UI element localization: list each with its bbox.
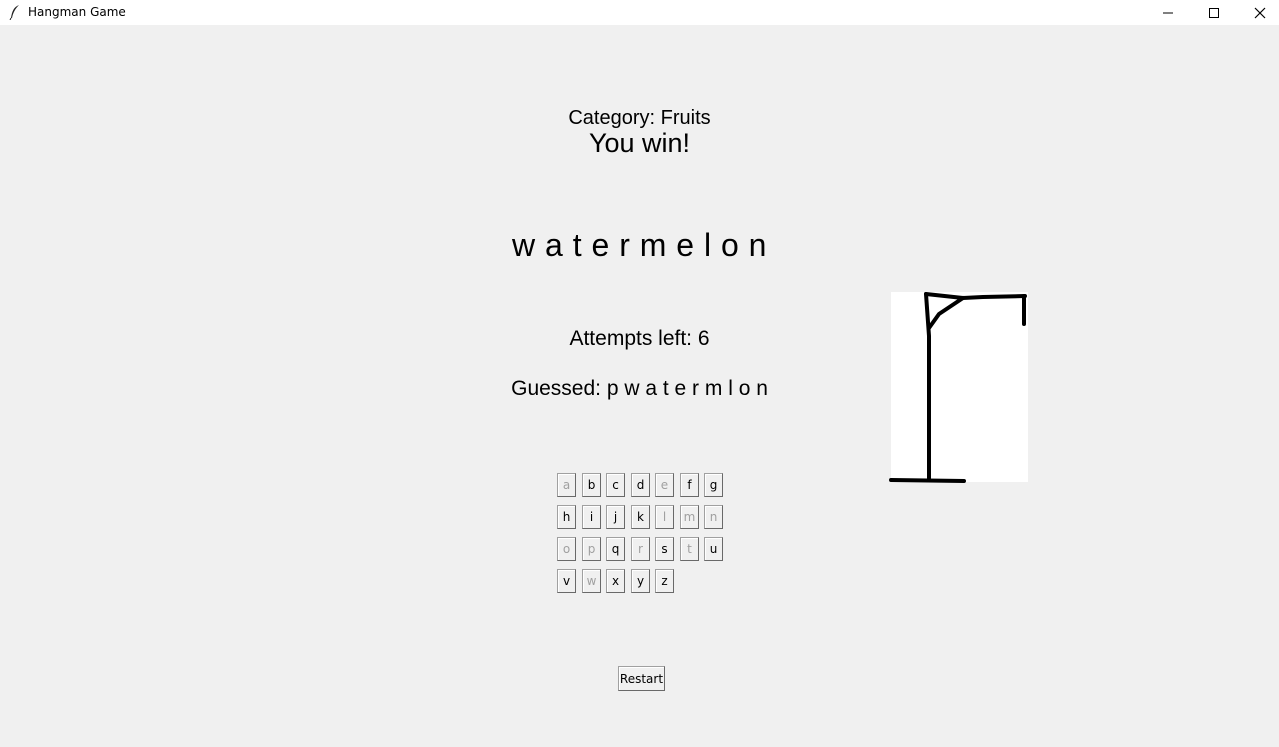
feather-icon [9,5,19,20]
maximize-button[interactable] [1191,0,1237,25]
letter-key-d[interactable]: d [631,473,650,497]
letter-key-h[interactable]: h [557,505,576,529]
letter-key-q[interactable]: q [606,537,625,561]
letter-key-b[interactable]: b [582,473,601,497]
close-icon [1254,7,1266,18]
hangman-canvas [889,292,1028,483]
letter-key-g[interactable]: g [704,473,723,497]
close-button[interactable] [1237,0,1279,25]
letter-key-z[interactable]: z [655,569,674,593]
letter-key-t[interactable]: t [680,537,699,561]
letter-key-i[interactable]: i [582,505,601,529]
attempts-left: Attempts left: 6 [569,327,710,350]
letter-key-j[interactable]: j [606,505,625,529]
letter-key-l[interactable]: l [655,505,674,529]
letter-key-w[interactable]: w [582,569,601,593]
maximize-icon [1209,7,1219,18]
letter-key-a[interactable]: a [557,473,576,497]
gallows-beam [924,292,1027,300]
title-bar: Hangman Game [0,0,1279,25]
restart-button[interactable]: Restart [618,666,665,691]
letter-key-e[interactable]: e [655,473,674,497]
letter-key-y[interactable]: y [631,569,650,593]
minimize-icon [1163,12,1173,13]
letter-key-x[interactable]: x [606,569,625,593]
gallows-brace [927,296,965,330]
word-display: w a t e r m e l o n [512,227,767,263]
letter-key-v[interactable]: v [557,569,576,593]
letter-key-f[interactable]: f [680,473,699,497]
minimize-button[interactable] [1145,0,1191,25]
letter-key-o[interactable]: o [557,537,576,561]
letter-key-r[interactable]: r [631,537,650,561]
letter-key-c[interactable]: c [606,473,625,497]
result-message: You win! [588,128,691,158]
gallows-drawing [889,292,1027,483]
letter-key-p[interactable]: p [582,537,601,561]
letter-key-m[interactable]: m [680,505,699,529]
gallows-pole [924,292,931,482]
letter-key-n[interactable]: n [704,505,723,529]
letter-key-s[interactable]: s [655,537,674,561]
letter-key-k[interactable]: k [631,505,650,529]
letter-key-u[interactable]: u [704,537,723,561]
guessed-letters: Guessed: p w a t e r m l o n [511,377,768,400]
category-label: Category: Fruits [568,107,711,129]
window-title: Hangman Game [28,5,126,19]
